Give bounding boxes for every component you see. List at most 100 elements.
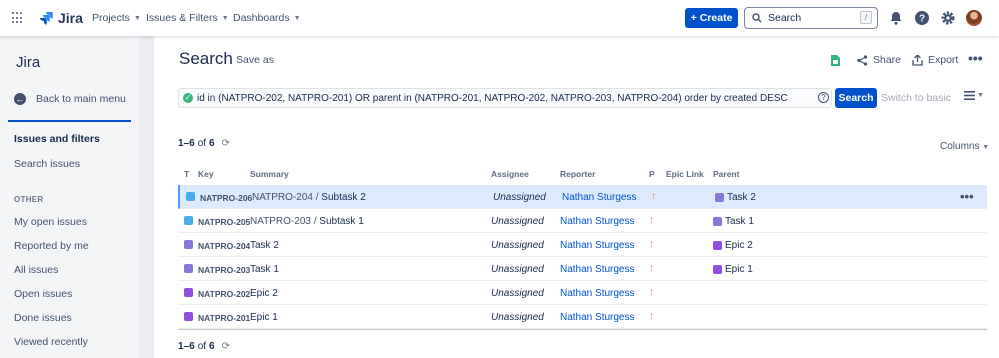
sidebar-item-all-issues[interactable]: All issues (14, 264, 58, 276)
header-assignee[interactable]: Assignee (491, 169, 529, 179)
reporter-link[interactable]: Nathan Sturgess (560, 312, 635, 323)
header-key[interactable]: Key (198, 169, 214, 179)
header-reporter[interactable]: Reporter (560, 169, 595, 179)
issue-summary[interactable]: NATPRO-204 / Subtask 2 (252, 192, 366, 203)
parent-link[interactable]: Epic 2 (713, 240, 753, 251)
parent-link[interactable]: Task 2 (715, 192, 756, 203)
task-type-icon (184, 240, 193, 249)
table-row[interactable]: NATPRO-206 NATPRO-204 / Subtask 2 Unassign… (178, 185, 987, 209)
jql-text: id in (NATPRO-202, NATPRO-201) OR parent… (197, 92, 788, 104)
back-to-main-menu[interactable]: ← Back to main menu (14, 93, 126, 105)
issue-summary[interactable]: NATPRO-203 / Subtask 1 (250, 216, 364, 227)
header-parent[interactable]: Parent (713, 169, 739, 179)
share-button[interactable]: Share (857, 54, 901, 66)
issue-summary[interactable]: Epic 2 (250, 288, 278, 299)
header-epic-link[interactable]: Epic Link (666, 169, 704, 179)
parent-summary-link[interactable]: NATPRO-204 (252, 192, 313, 203)
main-content: Search Save as Share Export ••• ✓ id in … (154, 36, 999, 358)
share-icon (857, 54, 868, 66)
epic-type-icon (713, 265, 722, 274)
chevron-down-icon: ▼ (293, 14, 301, 22)
notifications-icon[interactable] (888, 10, 904, 26)
spreadsheet-icon[interactable] (831, 55, 840, 66)
summary-text[interactable]: Epic 1 (250, 312, 278, 323)
sidebar-item-open-issues[interactable]: Open issues (14, 288, 72, 300)
save-as-button[interactable]: Save as (236, 54, 274, 66)
reporter-link[interactable]: Nathan Sturgess (562, 192, 637, 203)
assignee-value: Unassigned (491, 288, 544, 299)
header-priority[interactable]: P (649, 169, 655, 179)
issue-summary[interactable]: Task 1 (250, 264, 279, 275)
summary-text[interactable]: Subtask 1 (319, 216, 363, 227)
summary-text[interactable]: Epic 2 (250, 288, 278, 299)
nav-projects[interactable]: Projects ▼ (92, 12, 141, 24)
view-switcher[interactable]: ▼ (964, 91, 984, 100)
sidebar-item-search-issues[interactable]: Search issues (14, 158, 80, 170)
issue-key-link[interactable]: NATPRO-204 (198, 241, 250, 251)
table-row[interactable]: NATPRO-205 NATPRO-203 / Subtask 1 Unassign… (178, 209, 987, 233)
issue-summary[interactable]: Epic 1 (250, 312, 278, 323)
issue-key-link[interactable]: NATPRO-201 (198, 313, 250, 323)
jql-query-input[interactable]: ✓ id in (NATPRO-202, NATPRO-201) OR pare… (178, 88, 832, 108)
settings-icon[interactable] (940, 10, 956, 26)
table-row[interactable]: NATPRO-203 Task 1 Unassigned Nathan Sturges… (178, 257, 987, 281)
issue-key-link[interactable]: NATPRO-206 (200, 193, 252, 203)
summary-text[interactable]: Task 1 (250, 264, 279, 275)
epic-type-icon (713, 241, 722, 250)
reporter-link[interactable]: Nathan Sturgess (560, 216, 635, 227)
issue-summary[interactable]: Task 2 (250, 240, 279, 251)
summary-text[interactable]: Task 2 (250, 240, 279, 251)
sidebar-section-heading[interactable]: Issues and filters (14, 133, 100, 145)
reporter-link[interactable]: Nathan Sturgess (560, 240, 635, 251)
search-button[interactable]: Search (835, 88, 877, 108)
sidebar-title: Jira (16, 54, 41, 71)
issue-key-link[interactable]: NATPRO-205 (198, 217, 250, 227)
list-view-icon (964, 91, 975, 100)
help-icon[interactable]: ? (914, 10, 930, 26)
export-label: Export (928, 54, 959, 66)
switch-to-basic-link[interactable]: Switch to basic (881, 92, 951, 104)
table-row[interactable]: NATPRO-201 Epic 1 Unassigned Nathan Sturges… (178, 305, 987, 329)
sidebar-item-my-open-issues[interactable]: My open issues (14, 216, 87, 228)
chevron-down-icon: ▼ (982, 144, 990, 151)
task-type-icon (715, 193, 724, 202)
avatar[interactable] (966, 10, 982, 26)
issue-key-link[interactable]: NATPRO-202 (198, 289, 250, 299)
parent-link[interactable]: Epic 1 (713, 264, 753, 275)
sidebar-item-done-issues[interactable]: Done issues (14, 312, 72, 324)
jira-logo[interactable]: Jira (40, 10, 83, 26)
jql-help-icon[interactable]: ? (818, 92, 829, 103)
sidebar-item-viewed-recently[interactable]: Viewed recently (14, 336, 88, 348)
create-button[interactable]: + Create (685, 8, 738, 28)
nav-issues-filters[interactable]: Issues & Filters ▼ (146, 12, 229, 24)
sidebar-resize-gutter[interactable] (140, 36, 154, 358)
table-row[interactable]: NATPRO-204 Task 2 Unassigned Nathan Sturges… (178, 233, 987, 257)
table-row[interactable]: NATPRO-202 Epic 2 Unassigned Nathan Sturges… (178, 281, 987, 305)
header-summary[interactable]: Summary (250, 169, 289, 179)
parent-link[interactable]: Task 1 (713, 216, 754, 227)
columns-button[interactable]: Columns ▼ (940, 141, 989, 152)
parent-summary-link[interactable]: NATPRO-203 (250, 216, 311, 227)
sidebar-item-reported-by-me[interactable]: Reported by me (14, 240, 89, 252)
row-more-icon[interactable]: ••• (960, 189, 974, 204)
header-type[interactable]: T (184, 169, 189, 179)
nav-dashboards[interactable]: Dashboards ▼ (233, 12, 301, 24)
jira-logo-icon (40, 11, 53, 25)
assignee-value: Unassigned (491, 216, 544, 227)
app-switcher-icon[interactable] (12, 12, 24, 24)
reporter-link[interactable]: Nathan Sturgess (560, 264, 635, 275)
reporter-link[interactable]: Nathan Sturgess (560, 288, 635, 299)
issue-key-link[interactable]: NATPRO-203 (198, 265, 250, 275)
result-count-footer: 1–6 of 6 ⟳ (178, 341, 230, 352)
export-button[interactable]: Export (912, 54, 958, 66)
refresh-icon[interactable]: ⟳ (222, 341, 230, 352)
search-placeholder: Search (768, 12, 802, 24)
assignee-value: Unassigned (491, 312, 544, 323)
priority-arrow-icon: ↑ (649, 215, 654, 226)
global-search-input[interactable]: Search / (744, 7, 878, 29)
refresh-icon[interactable]: ⟳ (222, 138, 230, 149)
task-type-icon (184, 264, 193, 273)
result-count: 1–6 of 6 ⟳ (178, 138, 230, 149)
more-actions-button[interactable]: ••• (968, 50, 983, 66)
summary-text[interactable]: Subtask 2 (321, 192, 365, 203)
